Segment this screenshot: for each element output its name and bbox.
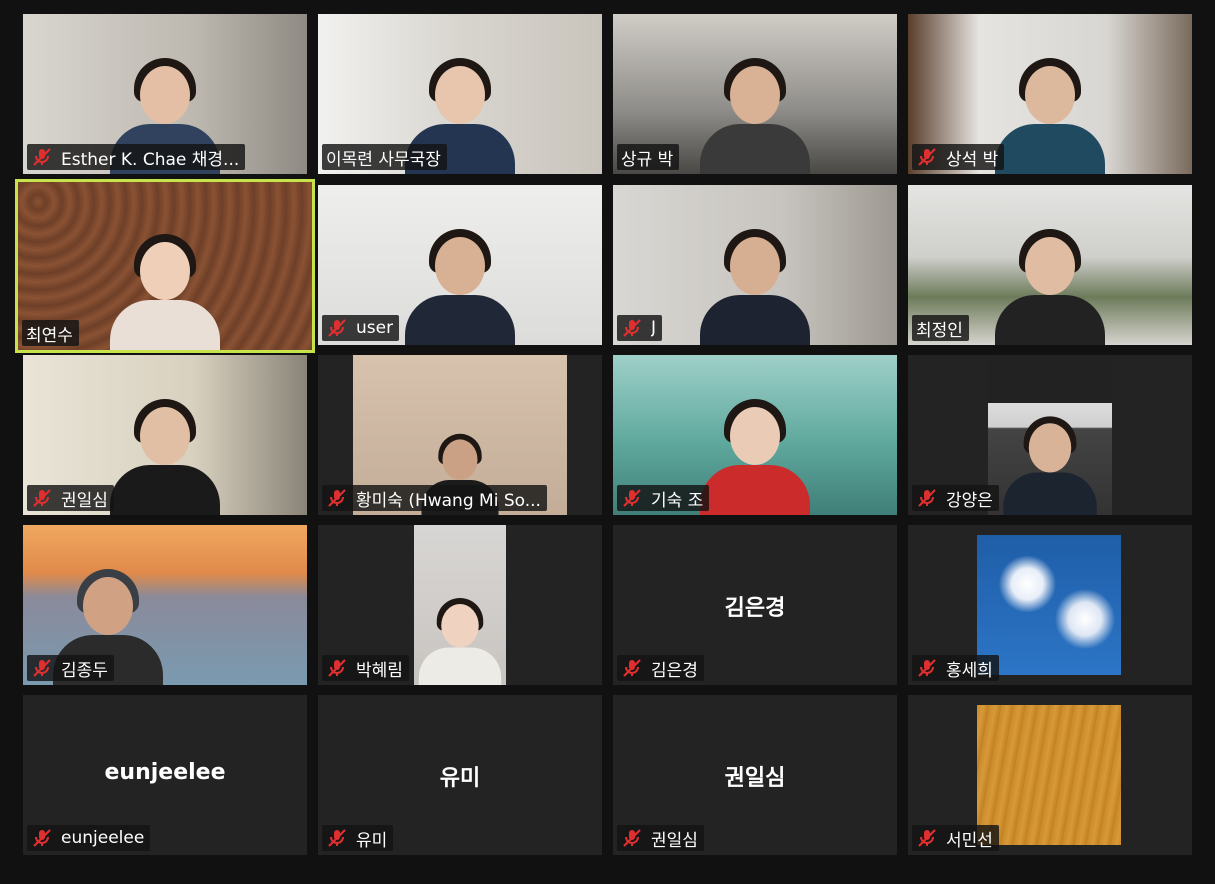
participant-tile[interactable]: 강양은 xyxy=(908,355,1192,515)
participant-tile[interactable]: 최정인 xyxy=(908,185,1192,345)
participant-tile[interactable]: 홍세희 xyxy=(908,525,1192,685)
name-label: 최연수 xyxy=(22,320,79,346)
participant-name: 상규 박 xyxy=(621,149,674,170)
microphone-muted-icon xyxy=(33,659,51,677)
participant-tile[interactable]: 서민선 xyxy=(908,695,1192,855)
participant-name: 권일심 xyxy=(651,830,698,851)
microphone-muted-icon xyxy=(623,829,641,847)
microphone-muted-icon xyxy=(33,148,51,166)
sky-image xyxy=(977,535,1121,675)
microphone-muted-icon xyxy=(918,148,936,166)
participant-name: 황미숙 (Hwang Mi So... xyxy=(356,490,541,511)
participant-tile[interactable]: J xyxy=(613,185,897,345)
name-label: 권일심 xyxy=(27,485,114,511)
name-label: 김종두 xyxy=(27,655,114,681)
microphone-muted-icon xyxy=(33,489,51,507)
participant-video xyxy=(988,355,1112,515)
participant-name: 권일심 xyxy=(61,490,108,511)
participant-display-name: eunjeelee xyxy=(104,760,226,785)
participant-tile[interactable]: 기숙 조 xyxy=(613,355,897,515)
name-label: user xyxy=(322,315,400,341)
participant-name: 김은경 xyxy=(651,660,698,681)
participant-name: 강양은 xyxy=(946,490,993,511)
participant-tile-no-video[interactable]: 권일심 권일심 xyxy=(613,695,897,855)
participant-name: 상석 박 xyxy=(946,149,999,170)
name-label: eunjeelee xyxy=(27,825,151,851)
participant-name: eunjeelee xyxy=(61,828,145,848)
participant-name: 서민선 xyxy=(946,830,993,851)
name-label: 상규 박 xyxy=(617,144,680,170)
participant-tile-no-video[interactable]: 김은경 김은경 xyxy=(613,525,897,685)
microphone-muted-icon xyxy=(623,659,641,677)
participant-tile[interactable]: Esther K. Chae 채경... xyxy=(23,14,307,174)
participant-name: 홍세희 xyxy=(946,660,993,681)
microphone-muted-icon xyxy=(328,659,346,677)
microphone-muted-icon xyxy=(623,489,641,507)
participant-tile[interactable]: 상규 박 xyxy=(613,14,897,174)
video-gallery: Esther K. Chae 채경... 이목련 사무국장 상규 박 상석 박 xyxy=(0,0,1215,884)
participant-display-name: 권일심 xyxy=(724,766,786,791)
name-label: 서민선 xyxy=(912,825,999,851)
participant-tile[interactable]: 박혜림 xyxy=(318,525,602,685)
name-label: 홍세희 xyxy=(912,655,999,681)
name-label: 유미 xyxy=(322,825,394,851)
name-label: Esther K. Chae 채경... xyxy=(27,144,246,170)
microphone-muted-icon xyxy=(623,319,641,337)
participant-name: 김종두 xyxy=(61,660,108,681)
name-label: 기숙 조 xyxy=(617,485,710,511)
microphone-muted-icon xyxy=(328,829,346,847)
name-label: 상석 박 xyxy=(912,144,1005,170)
microphone-muted-icon xyxy=(918,829,936,847)
name-label: J xyxy=(617,315,663,341)
participant-video xyxy=(414,525,506,685)
name-label: 김은경 xyxy=(617,655,704,681)
participant-display-name: 유미 xyxy=(439,766,481,791)
microphone-muted-icon xyxy=(33,829,51,847)
participant-tile[interactable]: 김종두 xyxy=(23,525,307,685)
participant-name: user xyxy=(356,318,394,338)
participant-tile-no-video[interactable]: eunjeelee eunjeelee xyxy=(23,695,307,855)
name-label: 이목련 사무국장 xyxy=(322,144,447,170)
participant-name: J xyxy=(651,318,657,338)
wood-image xyxy=(977,705,1121,845)
name-label: 권일심 xyxy=(617,825,704,851)
participant-name: 기숙 조 xyxy=(651,490,704,511)
participant-tile[interactable]: 상석 박 xyxy=(908,14,1192,174)
participant-tile-active-speaker[interactable]: 최연수 xyxy=(15,179,315,353)
participant-name: 최연수 xyxy=(26,325,73,346)
microphone-muted-icon xyxy=(918,659,936,677)
participant-tile[interactable]: 황미숙 (Hwang Mi So... xyxy=(318,355,602,515)
participant-name: 최정인 xyxy=(916,320,963,341)
name-label: 최정인 xyxy=(912,315,969,341)
name-label: 박혜림 xyxy=(322,655,409,681)
participant-display-name: 김은경 xyxy=(724,596,786,621)
microphone-muted-icon xyxy=(328,489,346,507)
name-label: 황미숙 (Hwang Mi So... xyxy=(322,485,547,511)
name-label: 강양은 xyxy=(912,485,999,511)
participant-tile[interactable]: 권일심 xyxy=(23,355,307,515)
microphone-muted-icon xyxy=(918,489,936,507)
microphone-muted-icon xyxy=(328,319,346,337)
participant-tile[interactable]: 이목련 사무국장 xyxy=(318,14,602,174)
participant-name: 유미 xyxy=(356,830,388,851)
participant-tile[interactable]: user xyxy=(318,185,602,345)
participant-name: 이목련 사무국장 xyxy=(326,149,441,170)
participant-name: 박혜림 xyxy=(356,660,403,681)
participant-tile-no-video[interactable]: 유미 유미 xyxy=(318,695,602,855)
participant-name: Esther K. Chae 채경... xyxy=(61,149,240,170)
